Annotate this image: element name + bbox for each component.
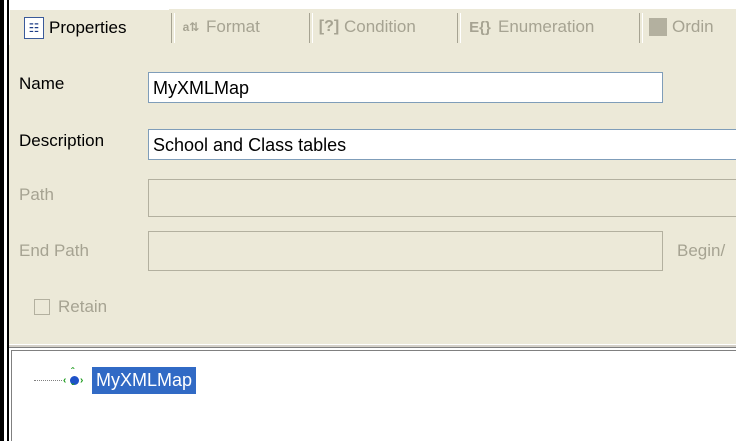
condition-icon: [?] [318,18,340,35]
tab-properties[interactable]: ☷ Properties [9,9,169,45]
retain-checkbox-row[interactable]: Retain [34,297,107,317]
tab-condition[interactable]: [?] Condition [319,9,416,45]
pane-splitter[interactable] [9,344,736,348]
description-field[interactable]: School and Class tables [148,129,736,160]
name-label: Name [19,74,65,93]
window-edge [0,0,4,441]
description-label: Description [19,131,105,150]
format-icon: a⇅ [182,20,200,34]
tab-enumeration[interactable]: E{} Enumeration [467,9,594,45]
enumeration-icon: E{} [469,18,491,36]
retain-checkbox[interactable] [34,299,50,315]
tab-separator [457,13,461,43]
begin-label: Begin/ [677,241,726,260]
tab-separator [171,13,175,43]
ordinal-icon [649,18,667,36]
tab-ordinal-label: Ordin [672,17,714,36]
tree-node-root[interactable]: ˆ ‹ › ˇ MyXMLMap [34,366,197,394]
properties-panel: ☷ Properties a⇅ Format [?] Condition E{}… [9,8,736,345]
end-path-label: End Path [19,241,89,260]
name-field[interactable]: MyXMLMap [148,72,663,103]
path-field[interactable] [148,179,736,217]
tree-connector-line [34,380,62,381]
tab-separator [309,13,313,43]
retain-label: Retain [58,297,108,316]
tab-format[interactable]: a⇅ Format [181,9,260,45]
tab-format-label: Format [206,17,260,36]
tab-condition-label: Condition [344,17,416,36]
tab-ordinal[interactable]: Ordin [649,9,714,45]
tab-properties-label: Properties [49,17,127,37]
xml-map-node-icon: ˆ ‹ › ˇ [63,366,84,394]
tab-strip: ☷ Properties a⇅ Format [?] Condition E{}… [9,9,736,45]
path-label: Path [19,185,54,204]
tree-node-label[interactable]: MyXMLMap [92,367,197,394]
tab-separator [639,13,643,43]
xml-map-tree: ˆ ‹ › ˇ MyXMLMap [11,350,736,441]
tab-enumeration-label: Enumeration [498,17,595,36]
end-path-field[interactable] [148,231,663,271]
properties-icon: ☷ [24,16,44,39]
